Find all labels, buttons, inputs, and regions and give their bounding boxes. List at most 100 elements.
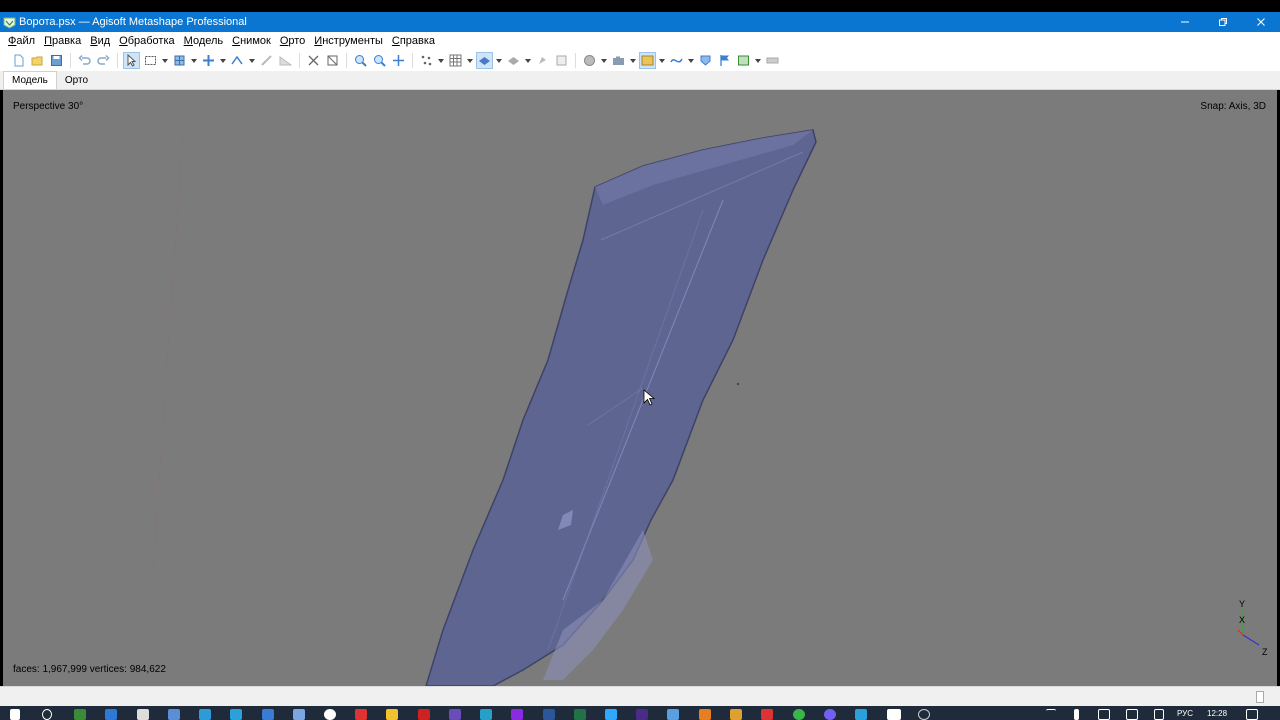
menu-view[interactable]: Вид — [86, 35, 115, 47]
photos-task-icon[interactable] — [667, 709, 679, 720]
excel-task-icon[interactable] — [574, 709, 586, 720]
photo-dropdown[interactable] — [658, 52, 665, 69]
menu-edit[interactable]: Правка — [40, 35, 86, 47]
orange-app-task-icon[interactable] — [699, 709, 711, 720]
crop-button[interactable] — [324, 52, 341, 69]
metashape-task-icon[interactable] — [74, 709, 86, 720]
axis-z-label: Z — [1262, 647, 1268, 657]
menu-workflow[interactable]: Обработка — [115, 35, 179, 47]
cyan-app-task-icon[interactable] — [480, 709, 492, 720]
calculator-task-icon[interactable] — [199, 709, 211, 720]
rect-select-button[interactable] — [142, 52, 159, 69]
telegram-task-icon[interactable] — [230, 709, 242, 720]
gmail-task-icon[interactable] — [324, 709, 336, 720]
paint-task-icon[interactable] — [730, 709, 742, 720]
menu-ortho[interactable]: Орто — [276, 35, 310, 47]
shield-button[interactable] — [697, 52, 714, 69]
tray-language[interactable]: РУС — [1177, 709, 1193, 718]
region-button[interactable] — [171, 52, 188, 69]
red-app-task-icon[interactable] — [355, 709, 367, 720]
undo-button[interactable] — [76, 52, 93, 69]
model-view-dropdown[interactable] — [495, 52, 502, 69]
tray-chevron-icon[interactable] — [1046, 709, 1056, 715]
tab-model[interactable]: Модель — [3, 71, 57, 89]
image-dropdown[interactable] — [754, 52, 761, 69]
status-grip[interactable] — [1256, 691, 1264, 703]
restore-button[interactable] — [1204, 12, 1242, 32]
select-tool-button[interactable] — [123, 52, 140, 69]
image-button[interactable] — [735, 52, 752, 69]
smiley-task-icon[interactable] — [918, 709, 930, 720]
volume-icon[interactable] — [1098, 709, 1110, 720]
purple-app-task-icon[interactable] — [449, 709, 461, 720]
open-button[interactable] — [29, 52, 46, 69]
delete-button[interactable] — [305, 52, 322, 69]
zoom-out-button[interactable] — [371, 52, 388, 69]
network-icon[interactable] — [1126, 709, 1138, 720]
camera-dropdown[interactable] — [629, 52, 636, 69]
redo-button[interactable] — [95, 52, 112, 69]
model-viewport[interactable]: Perspective 30° Snap: Axis, 3D faces: 1,… — [3, 90, 1277, 686]
red-circle-task-icon[interactable] — [761, 709, 773, 720]
curve-dropdown[interactable] — [687, 52, 694, 69]
violet-app-task-icon[interactable] — [511, 709, 523, 720]
zoom-in-button[interactable] — [352, 52, 369, 69]
photo-button[interactable] — [639, 52, 656, 69]
region-dropdown[interactable] — [190, 52, 197, 69]
points-dropdown[interactable] — [437, 52, 444, 69]
model-view-button[interactable] — [476, 52, 493, 69]
app-task-icon[interactable] — [262, 709, 274, 720]
premiere-task-icon[interactable] — [636, 709, 648, 720]
camera-button[interactable] — [610, 52, 627, 69]
texture-view-button[interactable] — [505, 52, 522, 69]
measure-button[interactable] — [764, 52, 781, 69]
tray-clock[interactable]: 12:28 — [1207, 709, 1227, 718]
draw-polyline-button[interactable] — [258, 52, 275, 69]
telegram-task-icon-2[interactable] — [855, 709, 867, 720]
curve-button[interactable] — [668, 52, 685, 69]
draw-polygon-button[interactable] — [277, 52, 294, 69]
folder-task-icon[interactable] — [386, 709, 398, 720]
start-icon[interactable] — [10, 709, 20, 720]
explorer-task-icon[interactable] — [105, 709, 117, 720]
minimize-button[interactable] — [1166, 12, 1204, 32]
tray-device-icon[interactable] — [1074, 709, 1079, 720]
tiled-view-button[interactable] — [534, 52, 551, 69]
new-button[interactable] — [10, 52, 27, 69]
flag-button[interactable] — [716, 52, 733, 69]
tab-ortho[interactable]: Орто — [57, 71, 96, 89]
green-app-task-icon[interactable] — [793, 709, 805, 720]
menu-file[interactable]: Файл — [4, 35, 40, 47]
viber-task-icon[interactable] — [824, 709, 836, 720]
texture-view-dropdown[interactable] — [524, 52, 531, 69]
curve-icon — [670, 58, 683, 63]
ruler-dropdown[interactable] — [248, 52, 255, 69]
navigate-button[interactable] — [390, 52, 407, 69]
word-task-icon[interactable] — [543, 709, 555, 720]
search-icon[interactable] — [42, 709, 52, 720]
menu-help[interactable]: Справка — [388, 35, 440, 47]
sphere-dropdown[interactable] — [600, 52, 607, 69]
grid-button[interactable] — [447, 52, 464, 69]
sphere-button[interactable] — [581, 52, 598, 69]
app-task-icon-2[interactable] — [293, 709, 305, 720]
menu-tools[interactable]: Инструменты — [310, 35, 388, 47]
close-button[interactable] — [1242, 12, 1280, 32]
move-dropdown[interactable] — [219, 52, 226, 69]
dem-view-button[interactable] — [553, 52, 570, 69]
photoshop-task-icon[interactable] — [605, 709, 617, 720]
ruler-button[interactable] — [229, 52, 246, 69]
points-button[interactable] — [418, 52, 435, 69]
pen-icon[interactable] — [1154, 709, 1164, 720]
active-window-task-icon[interactable] — [887, 709, 901, 720]
notifications-icon[interactable] — [1246, 709, 1258, 720]
save-button[interactable] — [48, 52, 65, 69]
menu-photo[interactable]: Снимок — [228, 35, 276, 47]
notepad-task-icon[interactable] — [137, 709, 149, 720]
grid-dropdown[interactable] — [466, 52, 473, 69]
menu-model[interactable]: Модель — [180, 35, 229, 47]
window-task-icon[interactable] — [168, 709, 180, 720]
move-button[interactable] — [200, 52, 217, 69]
rect-select-dropdown[interactable] — [161, 52, 168, 69]
app-64-task-icon[interactable] — [418, 709, 430, 720]
